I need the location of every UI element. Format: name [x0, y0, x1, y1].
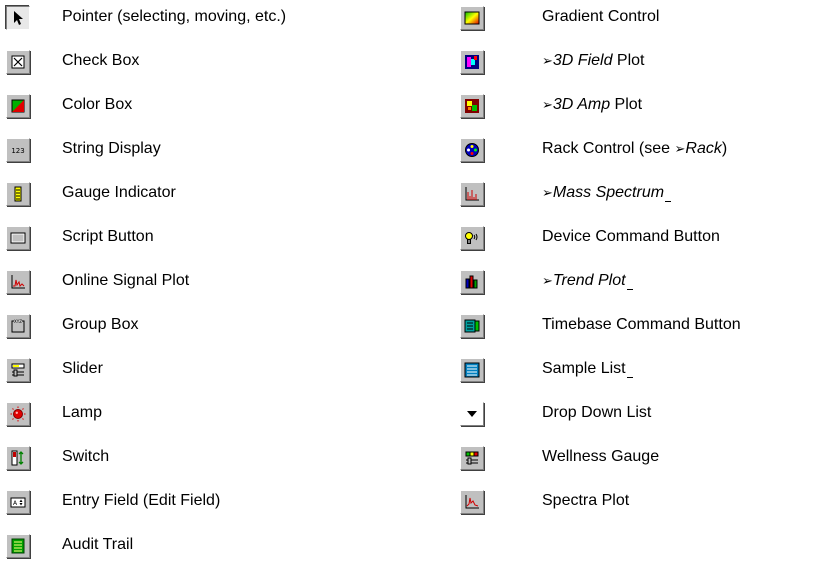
trend-plot-icon: [460, 270, 484, 294]
item-label: Timebase Command Button: [542, 316, 741, 333]
arrow-icon: ➢: [674, 141, 686, 156]
item-label: ➢3D Field Plot: [542, 52, 645, 69]
color-box-icon: [6, 94, 30, 118]
item-label: Pointer (selecting, moving, etc.): [62, 8, 287, 25]
lamp-icon: [6, 402, 30, 426]
list-item-switch: Switch: [6, 440, 109, 484]
slider-icon: [6, 358, 30, 382]
list-item-audit-trail: Audit Trail: [6, 528, 133, 572]
script-button-icon: [6, 226, 30, 250]
item-label: Device Command Button: [542, 228, 720, 245]
list-item-wellness-gauge: Wellness Gauge: [460, 440, 659, 484]
item-label: Check Box: [62, 52, 140, 69]
item-label: Rack Control (see ➢Rack): [542, 140, 728, 157]
list-item-entry-field: A Entry Field (Edit Field): [6, 484, 220, 528]
audit-trail-icon: [6, 534, 30, 558]
switch-icon: [6, 446, 30, 470]
list-item-gauge-indicator: Gauge Indicator: [6, 176, 176, 220]
item-label: Script Button: [62, 228, 154, 245]
device-command-button-icon: [460, 226, 484, 250]
item-label: ➢Trend Plot: [542, 272, 633, 290]
list-item-color-box: Color Box: [6, 88, 132, 132]
list-item-online-signal-plot: Online Signal Plot: [6, 264, 189, 308]
list-item-mass-spectrum: ➢Mass Spectrum: [460, 176, 672, 220]
item-label: Gauge Indicator: [62, 184, 176, 201]
list-item-pointer: Pointer (selecting, moving, etc.): [6, 0, 286, 44]
list-item-timebase-command-button: Timebase Command Button: [460, 308, 741, 352]
list-item-check-box: Check Box: [6, 44, 139, 88]
drop-down-list-icon: [460, 402, 484, 426]
item-label: Slider: [62, 360, 103, 377]
svg-text:123: 123: [11, 147, 24, 155]
item-label: Spectra Plot: [542, 492, 630, 509]
check-box-icon: [6, 50, 30, 74]
item-label: Group Box: [62, 316, 139, 333]
item-label: Color Box: [62, 96, 133, 113]
arrow-icon: ➢: [542, 273, 553, 288]
list-item-3d-field-plot: ➢3D Field Plot: [460, 44, 645, 88]
item-label: Switch: [62, 448, 110, 465]
pointer-icon: [6, 6, 30, 30]
list-item-rack-control: Rack Control (see ➢Rack): [460, 132, 727, 176]
entry-field-icon: A: [6, 490, 30, 514]
item-label: Sample List: [542, 360, 633, 378]
list-item-trend-plot: ➢Trend Plot: [460, 264, 633, 308]
item-label: Audit Trail: [62, 536, 134, 553]
item-label: ➢Mass Spectrum: [542, 184, 672, 202]
timebase-command-button-icon: [460, 314, 484, 338]
wellness-gauge-icon: [460, 446, 484, 470]
string-display-icon: 123: [6, 138, 30, 162]
list-item-3d-amp-plot: ➢3D Amp Plot: [460, 88, 642, 132]
item-label: Drop Down List: [542, 404, 652, 421]
item-label: Entry Field (Edit Field): [62, 492, 221, 509]
list-item-string-display: 123 String Display: [6, 132, 161, 176]
list-item-device-command-button: Device Command Button: [460, 220, 720, 264]
mass-spectrum-icon: [460, 182, 484, 206]
arrow-icon: ➢: [542, 97, 553, 112]
list-item-sample-list: Sample List: [460, 352, 633, 396]
item-label: Wellness Gauge: [542, 448, 660, 465]
item-label: String Display: [62, 140, 161, 157]
rack-control-icon: [460, 138, 484, 162]
3d-amp-plot-icon: [460, 94, 484, 118]
list-item-drop-down-list: Drop Down List: [460, 396, 651, 440]
group-box-icon: XYZ: [6, 314, 30, 338]
list-item-script-button: Script Button: [6, 220, 154, 264]
list-item-lamp: Lamp: [6, 396, 102, 440]
list-item-slider: Slider: [6, 352, 103, 396]
item-label: Online Signal Plot: [62, 272, 190, 289]
online-signal-plot-icon: [6, 270, 30, 294]
arrow-icon: ➢: [542, 185, 553, 200]
sample-list-icon: [460, 358, 484, 382]
item-label: ➢3D Amp Plot: [542, 96, 643, 113]
list-item-gradient-control: Gradient Control: [460, 0, 659, 44]
gauge-indicator-icon: [6, 182, 30, 206]
item-label: Gradient Control: [542, 8, 660, 25]
item-label: Lamp: [62, 404, 103, 421]
arrow-icon: ➢: [542, 53, 553, 68]
spectra-plot-icon: [460, 490, 484, 514]
svg-text:XYZ: XYZ: [14, 319, 22, 324]
gradient-control-icon: [460, 6, 484, 30]
list-item-spectra-plot: Spectra Plot: [460, 484, 629, 528]
3d-field-plot-icon: [460, 50, 484, 74]
list-item-group-box: XYZ Group Box: [6, 308, 138, 352]
